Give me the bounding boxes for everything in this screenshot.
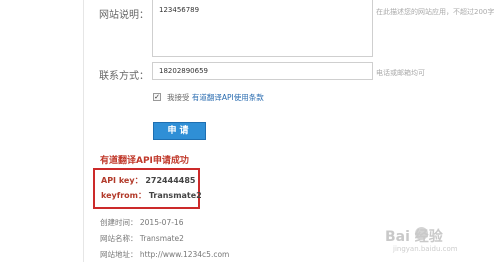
left-divider (83, 0, 84, 262)
created-label: 创建时间： (100, 218, 138, 227)
site-url-value: http://www.1234c5.com (139, 250, 230, 259)
contact-input[interactable]: 18202890659 (152, 62, 373, 80)
baidu-jingyan-watermark: Bai 经验 jingyan.baidu.com (385, 226, 497, 258)
contact-label: 联系方式： (99, 71, 149, 82)
watermark-brand: Bai 经验 (385, 229, 443, 245)
site-desc-hint: 在此描述您的网站应用，不超过200字 (376, 8, 495, 16)
contact-hint: 电话或邮箱均可 (376, 69, 425, 77)
agree-text: 我接受 有道翻译API使用条款 (167, 92, 264, 103)
api-key-highlight-box: API key： 272444485 keyfrom： Transmate2 (93, 168, 202, 209)
site-name-label: 网站名称： (100, 234, 138, 243)
success-title: 有道翻译API申请成功 (100, 156, 189, 166)
submit-button[interactable]: 申请 (153, 122, 206, 140)
created-value: 2015-07-16 (139, 218, 184, 227)
api-key-label: API key： (101, 176, 143, 185)
site-name-row: 网站名称： Transmate2 (100, 233, 184, 244)
api-key-row: API key： 272444485 (101, 175, 195, 186)
keyfrom-label: keyfrom： (101, 191, 147, 200)
watermark-url: jingyan.baidu.com (393, 245, 458, 253)
site-url-label: 网站地址： (100, 250, 138, 259)
keyfrom-value: Transmate2 (148, 191, 202, 200)
agree-prefix: 我接受 (167, 93, 190, 102)
site-desc-label: 网站说明： (99, 10, 149, 21)
agree-checkbox[interactable]: ✓ (153, 93, 161, 101)
site-desc-value: 123456789 (159, 6, 200, 14)
created-row: 创建时间： 2015-07-16 (100, 217, 183, 228)
site-url-row: 网站地址： http://www.1234c5.com (100, 249, 229, 260)
keyfrom-row: keyfrom： Transmate2 (101, 190, 202, 201)
site-name-value: Transmate2 (139, 234, 184, 243)
terms-link[interactable]: 有道翻译API使用条款 (192, 93, 264, 102)
contact-value: 18202890659 (159, 67, 208, 75)
api-key-value: 272444485 (145, 176, 196, 185)
site-desc-textarea[interactable]: 123456789 (152, 0, 373, 57)
